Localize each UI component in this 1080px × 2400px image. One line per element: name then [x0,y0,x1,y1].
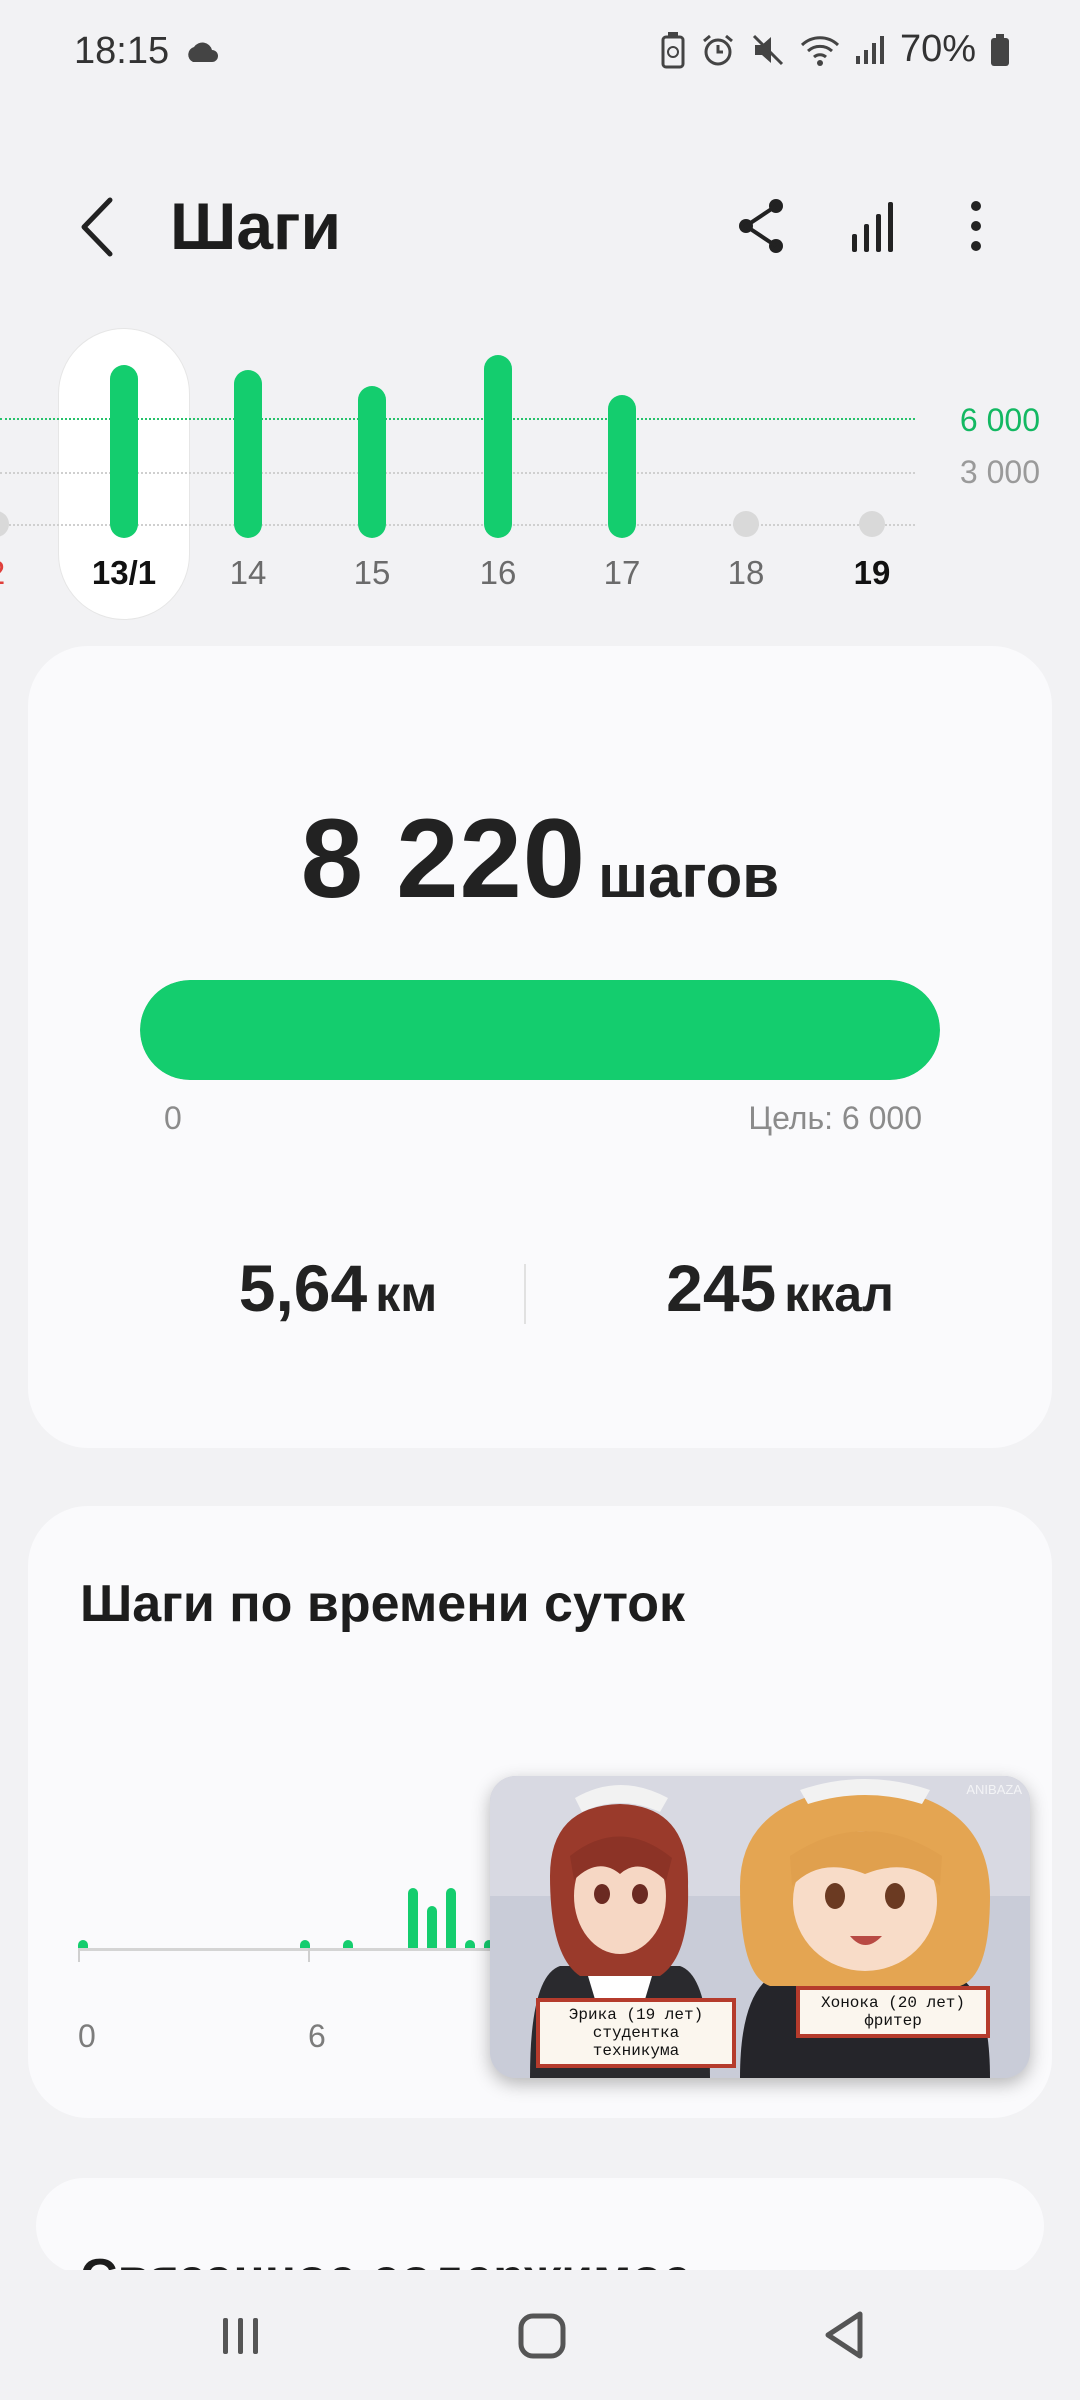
recents-icon[interactable] [205,2300,275,2370]
subtitle-left-line2: студентка техникума [592,2024,680,2060]
goal-progress-bar [140,980,940,1080]
related-content-card[interactable]: Связанное содержимое [36,2178,1044,2274]
app-header: Шаги [0,170,1080,290]
hour-bar [465,1940,476,1948]
home-icon[interactable] [507,2300,577,2370]
day-label[interactable]: 19 [827,554,917,592]
day-bar[interactable] [484,354,512,538]
subtitle-right-line1: Хонока (20 лет) [820,1994,966,2012]
stats-divider [524,1264,526,1324]
goal-progress-fill [140,980,940,1080]
hour-tick [308,1948,310,1962]
mid-axis-label: 3 000 [959,454,1040,490]
steps-by-time-title: Шаги по времени суток [80,1575,686,1633]
goal-axis-label: 6 000 [959,402,1040,438]
weekly-steps-chart[interactable]: 6 000 3 000 2 13/1 14 15 16 17 18 19 [0,320,1080,630]
status-bar: 18:15 70% [0,0,1080,110]
battery-saver-icon [661,31,685,68]
hour-bar [342,1940,353,1948]
back-icon[interactable] [66,192,136,262]
day-label[interactable]: 16 [453,554,543,592]
mute-icon [752,34,783,65]
more-icon[interactable] [944,194,1008,258]
hour-bar [426,1906,437,1948]
day-empty-dot[interactable] [733,511,759,537]
day-label[interactable]: 18 [701,554,791,592]
subtitle-right: Хонока (20 лет) фритер [796,1986,990,2038]
distance-stat: 5,64 км [128,1250,548,1326]
distance-unit: км [375,1266,438,1322]
hour-axis [78,1948,518,1951]
day-label[interactable]: 17 [577,554,667,592]
calories-unit: ккал [784,1266,894,1322]
day-bar[interactable] [110,364,138,538]
alarm-icon [702,34,733,65]
steps-count: 8 220 шагов [28,794,1052,923]
bar-chart-icon[interactable] [842,194,906,258]
hour-bar [446,1888,456,1948]
subtitle-left: Эрика (19 лет) студентка техникума [536,1998,736,2068]
calories-stat: 245 ккал [570,1250,990,1326]
day-label[interactable]: 15 [327,554,417,592]
navigation-bar [0,2270,1080,2400]
calories-value: 245 [666,1251,777,1325]
hour-label-6: 6 [308,2018,326,2054]
hour-bar [78,1940,88,1948]
subtitle-left-line1: Эрика (19 лет) [568,2006,704,2024]
hour-label-0: 0 [78,2018,96,2054]
hour-bar [300,1940,311,1948]
pip-video-window[interactable]: ANIBAZA Эрика (19 лет) студентка технику… [490,1776,1030,2078]
stats-row: 5,64 км 245 ккал [28,1250,1052,1350]
signal-icon [855,35,884,64]
distance-value: 5,64 [238,1251,368,1325]
back-nav-icon[interactable] [810,2300,880,2370]
day-bar[interactable] [234,370,262,538]
day-empty-dot[interactable] [859,511,885,537]
hour-tick [78,1948,80,1962]
hour-bar [407,1888,418,1948]
day-label[interactable]: 2 [0,554,41,592]
status-time: 18:15 [74,30,170,72]
battery-icon [991,33,1009,66]
day-bar[interactable] [358,386,386,538]
steps-summary-card: 8 220 шагов 0 Цель: 6 000 5,64 км 245 ккал [28,646,1052,1448]
steps-value: 8 220 [300,796,587,921]
day-label[interactable]: 14 [203,554,293,592]
share-icon[interactable] [730,194,794,258]
video-watermark: ANIBAZA [966,1782,1022,1797]
day-empty-dot[interactable] [0,511,9,537]
day-label[interactable]: 13/1 [79,554,169,592]
progress-goal-label: Цель: 6 000 [748,1100,922,1136]
steps-unit: шагов [598,843,780,910]
battery-percent: 70% [899,28,976,70]
cloud-icon [188,42,218,62]
progress-min-label: 0 [164,1100,182,1136]
day-bar[interactable] [608,395,636,538]
wifi-icon [800,35,839,66]
page-title: Шаги [170,189,342,263]
subtitle-right-line2: фритер [864,2012,922,2030]
